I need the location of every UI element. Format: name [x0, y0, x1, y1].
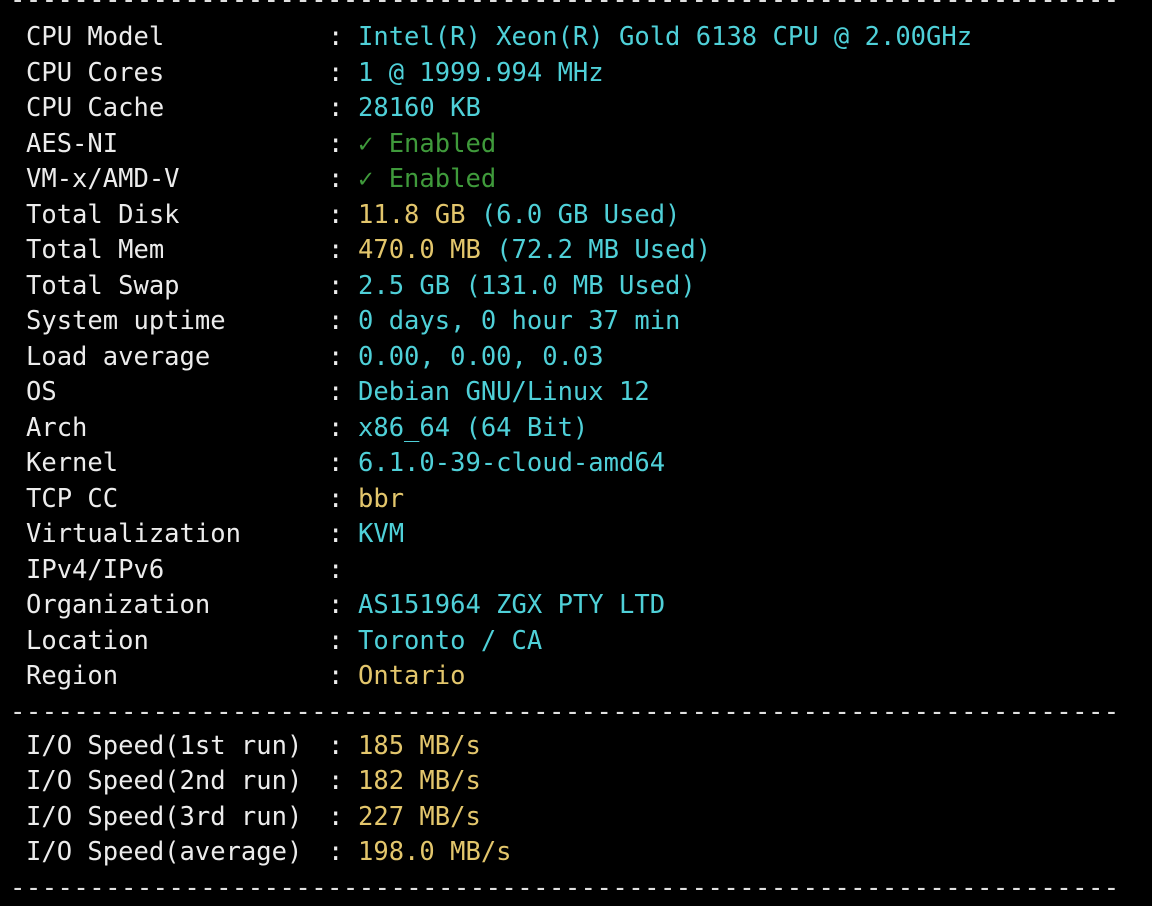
sysinfo-row: TCP CC:bbr	[10, 482, 1130, 518]
sysinfo-label: Total Swap	[10, 269, 328, 305]
sysinfo-label: TCP CC	[10, 482, 328, 518]
colon-separator: :	[328, 835, 358, 871]
sysinfo-row: OS:Debian GNU/Linux 12	[10, 375, 1130, 411]
io-speed-row: I/O Speed(average):198.0 MB/s	[10, 835, 1130, 871]
sysinfo-value: KVM	[358, 517, 404, 553]
sysinfo-value: AS151964 ZGX PTY LTD	[358, 588, 665, 624]
io-speed-row: I/O Speed(1st run):185 MB/s	[10, 729, 1130, 765]
colon-separator: :	[328, 729, 358, 765]
colon-separator: :	[328, 482, 358, 518]
io-speed-block: I/O Speed(1st run):185 MB/sI/O Speed(2nd…	[10, 729, 1130, 871]
io-speed-value: 198.0 MB/s	[358, 835, 512, 871]
sysinfo-label: System uptime	[10, 304, 328, 340]
sysinfo-value: x86_64 (64 Bit)	[358, 411, 588, 447]
io-speed-label: I/O Speed(3rd run)	[10, 800, 328, 836]
colon-separator: :	[328, 553, 358, 589]
system-info-block: CPU Model:Intel(R) Xeon(R) Gold 6138 CPU…	[10, 20, 1130, 695]
terminal-output: ----------------------------------------…	[10, 0, 1130, 906]
sysinfo-value-detail: (6.0 GB Used)	[481, 198, 681, 234]
sysinfo-value: 11.8 GB	[358, 198, 465, 234]
sysinfo-value-detail: (72.2 MB Used)	[496, 233, 711, 269]
sysinfo-row: AES-NI:✓ Enabled	[10, 127, 1130, 163]
sysinfo-value: Intel(R) Xeon(R) Gold 6138 CPU @ 2.00GHz	[358, 20, 972, 56]
sysinfo-row: Arch:x86_64 (64 Bit)	[10, 411, 1130, 447]
sysinfo-label: Arch	[10, 411, 328, 447]
colon-separator: :	[328, 588, 358, 624]
sysinfo-value: 28160 KB	[358, 91, 481, 127]
sysinfo-label: IPv4/IPv6	[10, 553, 328, 589]
sysinfo-label: Load average	[10, 340, 328, 376]
sysinfo-value: Toronto / CA	[358, 624, 542, 660]
sysinfo-value: ✓ Enabled	[358, 162, 496, 198]
sysinfo-row: Region:Ontario	[10, 659, 1130, 695]
sysinfo-value: 1 @ 1999.994 MHz	[358, 56, 604, 92]
io-speed-label: I/O Speed(average)	[10, 835, 328, 871]
io-speed-label: I/O Speed(1st run)	[10, 729, 328, 765]
colon-separator: :	[328, 20, 358, 56]
io-speed-value: 185 MB/s	[358, 729, 481, 765]
sysinfo-row: Total Swap:2.5 GB (131.0 MB Used)	[10, 269, 1130, 305]
colon-separator: :	[328, 764, 358, 800]
sysinfo-row: Virtualization:KVM	[10, 517, 1130, 553]
sysinfo-value: 0.00, 0.00, 0.03	[358, 340, 604, 376]
sysinfo-value: Ontario	[358, 659, 465, 695]
colon-separator: :	[328, 375, 358, 411]
sysinfo-row: Total Mem:470.0 MB (72.2 MB Used)	[10, 233, 1130, 269]
sysinfo-value: 2.5 GB (131.0 MB Used)	[358, 269, 696, 305]
sysinfo-row: CPU Model:Intel(R) Xeon(R) Gold 6138 CPU…	[10, 20, 1130, 56]
separator-line: ----------------------------------------…	[10, 871, 1130, 906]
sysinfo-row: IPv4/IPv6:	[10, 553, 1130, 589]
colon-separator: :	[328, 624, 358, 660]
colon-separator: :	[328, 800, 358, 836]
sysinfo-row: Kernel:6.1.0-39-cloud-amd64	[10, 446, 1130, 482]
colon-separator: :	[328, 91, 358, 127]
sysinfo-label: Region	[10, 659, 328, 695]
sysinfo-row: CPU Cache:28160 KB	[10, 91, 1130, 127]
colon-separator: :	[328, 304, 358, 340]
sysinfo-value: bbr	[358, 482, 404, 518]
sysinfo-row: System uptime:0 days, 0 hour 37 min	[10, 304, 1130, 340]
sysinfo-label: Organization	[10, 588, 328, 624]
sysinfo-label: CPU Cores	[10, 56, 328, 92]
io-speed-label: I/O Speed(2nd run)	[10, 764, 328, 800]
sysinfo-label: Location	[10, 624, 328, 660]
separator-line: ----------------------------------------…	[10, 0, 1130, 20]
separator-line: ----------------------------------------…	[10, 695, 1130, 729]
colon-separator: :	[328, 411, 358, 447]
sysinfo-row: Load average:0.00, 0.00, 0.03	[10, 340, 1130, 376]
colon-separator: :	[328, 127, 358, 163]
colon-separator: :	[328, 659, 358, 695]
sysinfo-row: Location:Toronto / CA	[10, 624, 1130, 660]
sysinfo-row: Organization:AS151964 ZGX PTY LTD	[10, 588, 1130, 624]
sysinfo-row: Total Disk:11.8 GB (6.0 GB Used)	[10, 198, 1130, 234]
sysinfo-label: Virtualization	[10, 517, 328, 553]
colon-separator: :	[328, 198, 358, 234]
sysinfo-label: OS	[10, 375, 328, 411]
sysinfo-label: AES-NI	[10, 127, 328, 163]
colon-separator: :	[328, 56, 358, 92]
sysinfo-label: Total Mem	[10, 233, 328, 269]
sysinfo-label: Kernel	[10, 446, 328, 482]
colon-separator: :	[328, 162, 358, 198]
sysinfo-label: CPU Cache	[10, 91, 328, 127]
sysinfo-label: CPU Model	[10, 20, 328, 56]
sysinfo-row: CPU Cores:1 @ 1999.994 MHz	[10, 56, 1130, 92]
sysinfo-value: Debian GNU/Linux 12	[358, 375, 650, 411]
sysinfo-row: VM-x/AMD-V:✓ Enabled	[10, 162, 1130, 198]
sysinfo-value: 0 days, 0 hour 37 min	[358, 304, 680, 340]
sysinfo-value: 6.1.0-39-cloud-amd64	[358, 446, 665, 482]
io-speed-row: I/O Speed(3rd run):227 MB/s	[10, 800, 1130, 836]
io-speed-value: 227 MB/s	[358, 800, 481, 836]
colon-separator: :	[328, 517, 358, 553]
colon-separator: :	[328, 233, 358, 269]
colon-separator: :	[328, 446, 358, 482]
sysinfo-value: 470.0 MB	[358, 233, 481, 269]
sysinfo-label: Total Disk	[10, 198, 328, 234]
io-speed-row: I/O Speed(2nd run):182 MB/s	[10, 764, 1130, 800]
sysinfo-value: ✓ Enabled	[358, 127, 496, 163]
colon-separator: :	[328, 340, 358, 376]
colon-separator: :	[328, 269, 358, 305]
io-speed-value: 182 MB/s	[358, 764, 481, 800]
sysinfo-label: VM-x/AMD-V	[10, 162, 328, 198]
